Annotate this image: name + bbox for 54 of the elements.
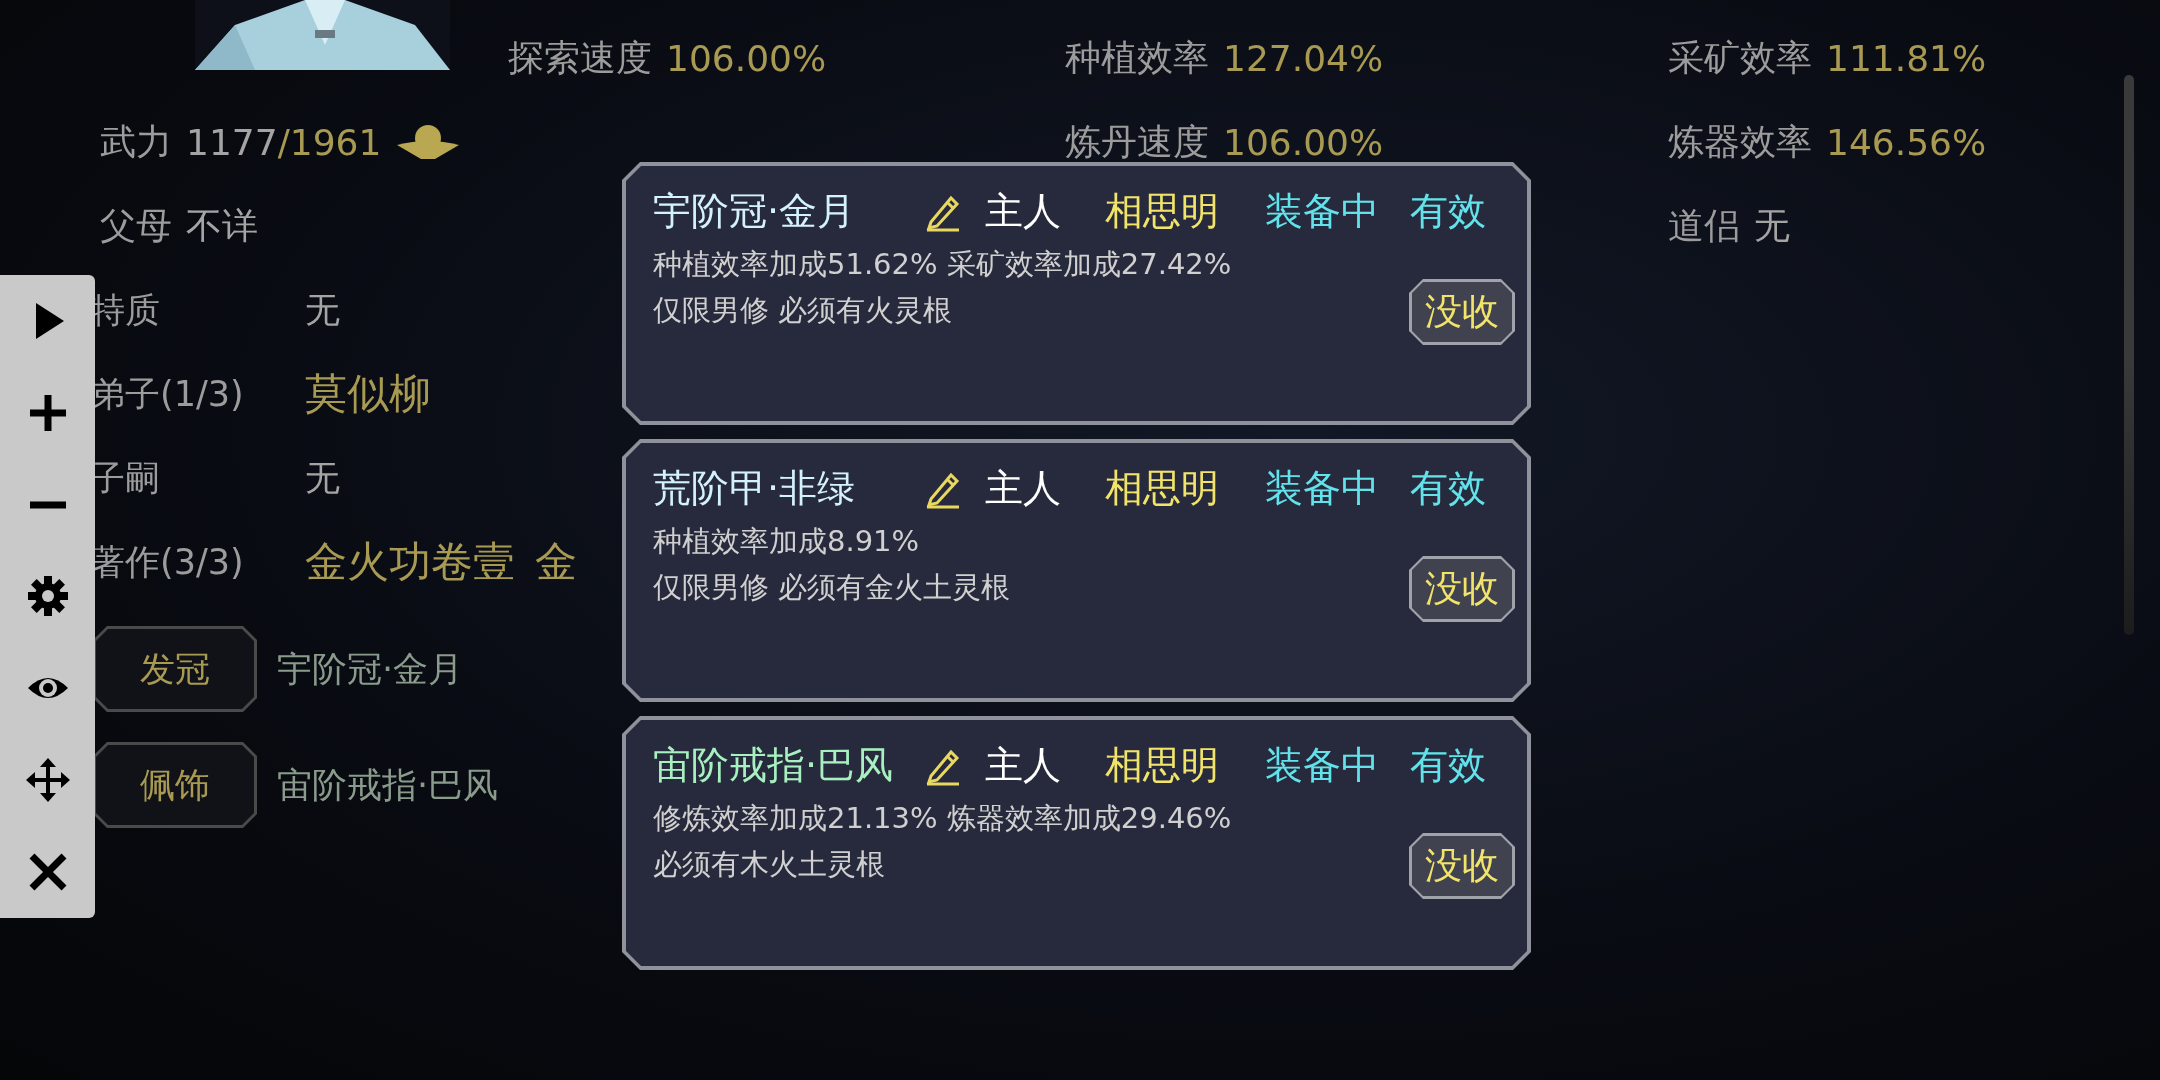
- detail-value: 无: [305, 456, 340, 500]
- confiscate-button[interactable]: 没收: [1409, 833, 1515, 899]
- confiscate-button[interactable]: 没收: [1409, 279, 1515, 345]
- equipped-item: 宇阶冠·金月: [277, 647, 464, 691]
- status-label: 装备中: [1265, 465, 1380, 512]
- owner-label: 主人: [985, 188, 1062, 235]
- stat-label: 探索速度: [508, 35, 652, 80]
- power-value: 1177/1961: [186, 121, 382, 163]
- stat-value: 127.04%: [1223, 37, 1384, 79]
- settings-icon[interactable]: [25, 574, 70, 619]
- scrollbar[interactable]: [2124, 75, 2134, 635]
- status-label: 装备中: [1265, 188, 1380, 235]
- item-requirements: 仅限男修 必须有金火土灵根: [653, 569, 1011, 606]
- owner-label: 主人: [985, 742, 1062, 789]
- detail-label: 弟子(1/3): [90, 372, 245, 416]
- validity-label: 有效: [1410, 188, 1486, 235]
- item-effects: 种植效率加成51.62% 采矿效率加成27.42%: [653, 246, 1233, 283]
- item-requirements: 必须有木火土灵根: [653, 846, 885, 883]
- stat-label: 采矿效率: [1668, 35, 1812, 80]
- stat-value: 不详: [186, 203, 258, 248]
- stat-value: 146.56%: [1826, 121, 1987, 163]
- stat-value: 无: [1754, 203, 1790, 248]
- stat-label: 武力: [100, 119, 172, 164]
- stat-value: 106.00%: [666, 37, 827, 79]
- item-requirements: 仅限男修 必须有火灵根: [653, 292, 953, 329]
- confiscate-button[interactable]: 没收: [1409, 556, 1515, 622]
- detail-link[interactable]: 金: [535, 534, 577, 590]
- item-name: 宙阶戒指·巴风: [653, 742, 895, 789]
- slot-button[interactable]: 佩饰: [93, 742, 257, 828]
- move-icon[interactable]: [25, 758, 70, 803]
- item-effects: 种植效率加成8.91%: [653, 523, 921, 560]
- stat-label: 炼器效率: [1668, 119, 1812, 164]
- owner-name: 相思明: [1105, 188, 1220, 235]
- equipped-item: 宙阶戒指·巴风: [277, 763, 499, 807]
- status-label: 装备中: [1265, 742, 1380, 789]
- detail-label: 子嗣: [90, 456, 161, 500]
- slot-button[interactable]: 发冠: [93, 626, 257, 712]
- owner-label: 主人: [985, 465, 1062, 512]
- item-name: 荒阶甲·非绿: [653, 465, 857, 512]
- stat-label: 道侣: [1668, 203, 1740, 248]
- validity-label: 有效: [1410, 742, 1486, 789]
- detail-link[interactable]: 金火功卷壹: [305, 534, 515, 590]
- stat-label: 种植效率: [1065, 35, 1209, 80]
- stat-value: 111.81%: [1826, 37, 1987, 79]
- stat-label: 父母: [100, 203, 172, 248]
- owner-name: 相思明: [1105, 742, 1220, 789]
- validity-label: 有效: [1410, 465, 1486, 512]
- item-name: 宇阶冠·金月: [653, 188, 857, 235]
- stat-value: 106.00%: [1223, 121, 1384, 163]
- item-effects: 修炼效率加成21.13% 炼器效率加成29.46%: [653, 800, 1233, 837]
- detail-link[interactable]: 莫似柳: [305, 366, 431, 422]
- stat-label: 炼丹速度: [1065, 119, 1209, 164]
- owner-name: 相思明: [1105, 465, 1220, 512]
- detail-value: 无: [305, 288, 340, 332]
